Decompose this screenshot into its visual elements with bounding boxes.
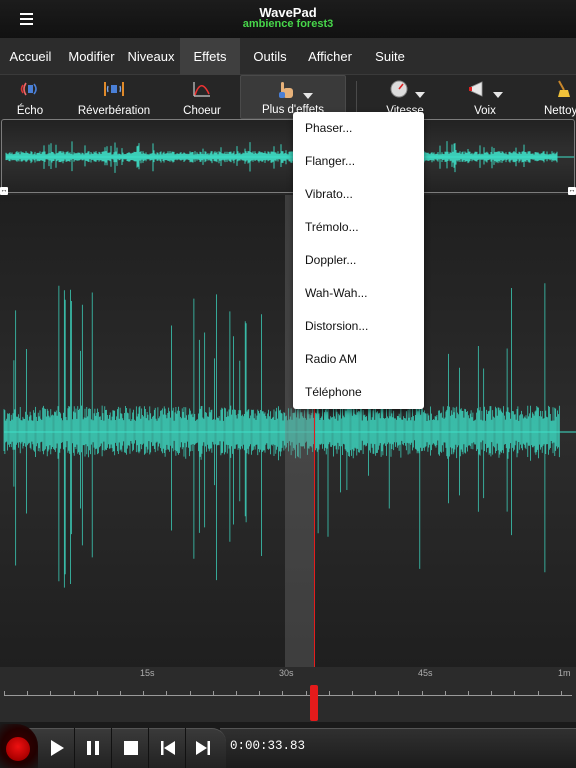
file-name: ambience forest3 — [242, 18, 334, 30]
selection-start-handle[interactable]: ↔ — [0, 187, 8, 195]
speedometer-icon — [390, 80, 408, 98]
selection-end-handle[interactable]: ↔ — [568, 187, 576, 195]
timeline-label-30s: 30s — [279, 668, 294, 678]
clean-label: Nettoy — [544, 105, 576, 117]
timeline-tick — [212, 691, 214, 696]
timeline-label-45s: 45s — [418, 668, 433, 678]
current-time: 0:00:33.83 — [230, 739, 306, 753]
pause-button[interactable] — [76, 728, 112, 768]
menu-item-distortion[interactable]: Distorsion... — [293, 310, 424, 343]
menu-item-doppler[interactable]: Doppler... — [293, 244, 424, 277]
title-bar: WavePad ambience forest3 — [0, 0, 576, 38]
transport-bar: 0:00:33.83 — [0, 722, 576, 768]
chorus-label: Choeur — [183, 105, 221, 117]
chevron-down-icon — [303, 93, 313, 99]
broom-icon — [557, 80, 570, 97]
timeline-tick — [166, 691, 168, 696]
timeline-tick — [189, 691, 191, 696]
echo-icon — [20, 82, 37, 96]
play-button[interactable] — [39, 728, 75, 768]
timeline-tick — [73, 691, 75, 696]
timeline-ruler[interactable]: 15s 30s 45s 1m — [0, 667, 576, 722]
timeline-tick — [96, 691, 98, 696]
timeline-tick — [328, 691, 330, 696]
hand-icon — [278, 82, 293, 98]
voice-label: Voix — [474, 105, 496, 117]
timeline-tick — [282, 691, 284, 696]
timeline-tick — [560, 691, 562, 696]
timeline-tick — [398, 691, 400, 696]
voice-button[interactable]: Voix — [462, 75, 508, 119]
playhead-scrubber[interactable] — [310, 685, 318, 721]
menu-item-wah-wah[interactable]: Wah-Wah... — [293, 277, 424, 310]
echo-label: Écho — [16, 105, 44, 117]
timeline-tick — [50, 691, 52, 696]
more-effects-menu: Phaser... Flanger... Vibrato... Trémolo.… — [293, 112, 424, 409]
tab-outils[interactable]: Outils — [240, 38, 300, 75]
menu-tabs: Accueil Modifier Niveaux Effets Outils A… — [0, 38, 576, 75]
timeline-tick — [143, 691, 145, 696]
timeline-tick — [468, 691, 469, 696]
toolbar-divider — [356, 81, 357, 113]
timeline-tick — [537, 691, 539, 696]
timeline-tick — [514, 691, 516, 696]
tab-suite[interactable]: Suite — [360, 38, 420, 75]
skip-back-button[interactable] — [150, 728, 186, 768]
reverb-label: Réverbération — [77, 105, 151, 117]
skip-forward-icon — [196, 741, 210, 755]
timeline-tick — [444, 691, 446, 696]
timeline-tick — [120, 691, 121, 696]
record-button[interactable] — [0, 724, 38, 768]
skip-back-icon — [161, 741, 175, 755]
timeline-label-15s: 15s — [140, 668, 155, 678]
timeline-tick — [27, 691, 29, 696]
pause-icon — [87, 741, 99, 755]
play-icon — [51, 740, 64, 756]
clean-button[interactable]: Nettoy — [540, 75, 576, 119]
stop-icon — [124, 741, 138, 755]
tab-accueil[interactable]: Accueil — [0, 38, 61, 75]
timeline-tick — [491, 691, 493, 696]
chevron-down-icon — [493, 92, 503, 98]
reverb-button[interactable]: Réverbération — [72, 75, 156, 119]
skip-forward-button[interactable] — [187, 728, 223, 768]
echo-button[interactable]: Écho — [6, 75, 54, 119]
timeline-tick — [4, 691, 5, 696]
tab-afficher[interactable]: Afficher — [300, 38, 360, 75]
tab-modifier[interactable]: Modifier — [61, 38, 122, 75]
menu-item-tremolo[interactable]: Trémolo... — [293, 211, 424, 244]
timeline-tick — [236, 691, 237, 696]
megaphone-icon — [469, 81, 483, 97]
menu-item-radio-am[interactable]: Radio AM — [293, 343, 424, 376]
reverb-icon — [104, 82, 124, 96]
chorus-button[interactable]: Choeur — [176, 75, 228, 119]
effects-toolbar: Écho Réverbération Choeur Plus d'effets … — [0, 75, 576, 119]
timeline-tick — [352, 691, 353, 696]
timeline-tick — [421, 691, 423, 696]
timeline-track — [4, 695, 572, 696]
menu-item-vibrato[interactable]: Vibrato... — [293, 178, 424, 211]
tab-niveaux[interactable]: Niveaux — [122, 38, 180, 75]
chevron-down-icon — [415, 92, 425, 98]
menu-item-telephone[interactable]: Téléphone — [293, 376, 424, 409]
timeline-tick — [305, 691, 307, 696]
tab-effets[interactable]: Effets — [180, 38, 240, 75]
menu-item-phaser[interactable]: Phaser... — [293, 112, 424, 145]
menu-item-flanger[interactable]: Flanger... — [293, 145, 424, 178]
overview-waveform[interactable] — [1, 119, 575, 193]
timeline-tick — [375, 691, 377, 696]
stop-button[interactable] — [113, 728, 149, 768]
wavepad-app: WavePad ambience forest3 Accueil Modifie… — [0, 0, 576, 768]
chorus-icon — [193, 82, 210, 97]
record-icon — [6, 737, 30, 761]
timeline-label-1m: 1m — [558, 668, 571, 678]
timeline-tick — [259, 691, 261, 696]
overview-waveform-graphic — [5, 141, 574, 173]
